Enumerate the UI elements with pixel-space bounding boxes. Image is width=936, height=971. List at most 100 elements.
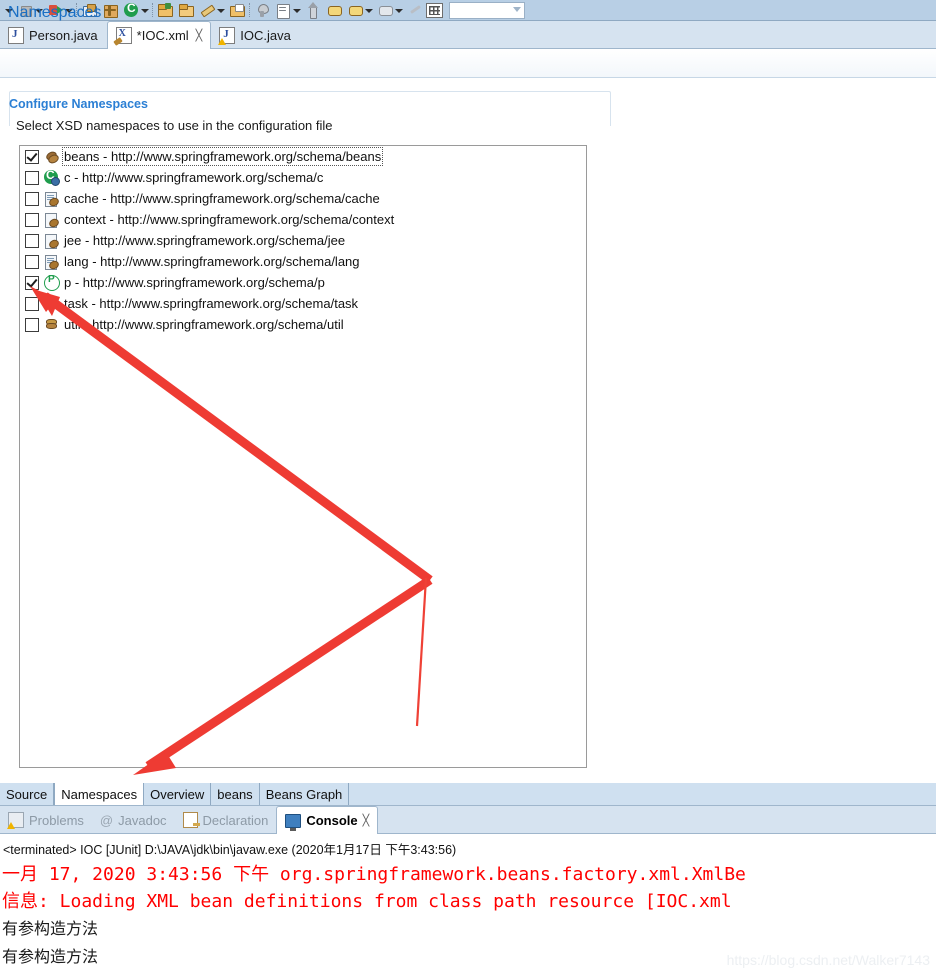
editor-tab-bar: Person.java *IOC.xml ╳ IOC.java: [0, 21, 936, 49]
form-tab-label: Beans Graph: [265, 786, 343, 802]
view-tab-label: Declaration: [202, 812, 269, 828]
pencil-dropdown-icon[interactable]: [216, 2, 225, 19]
form-tab-label: Overview: [150, 786, 205, 802]
console-line: 信息: Loading XML bean definitions from cl…: [2, 891, 732, 912]
task-icon[interactable]: [275, 2, 292, 19]
xml-file-icon: [115, 27, 132, 44]
section-title: Configure Namespaces: [9, 97, 148, 111]
form-tab-beans[interactable]: beans: [211, 783, 260, 805]
bean-icon: [44, 149, 61, 165]
form-tab-beans-graph[interactable]: Beans Graph: [259, 783, 350, 805]
p-namespace-icon: [44, 274, 60, 291]
main-toolbar: C: [0, 0, 936, 21]
editor-tab-ioc-java[interactable]: IOC.java: [211, 22, 300, 48]
problems-icon: [7, 812, 24, 829]
next-annotation-icon[interactable]: [305, 1, 322, 19]
list-item[interactable]: cache - http://www.springframework.org/s…: [20, 188, 586, 209]
namespaces-list[interactable]: beans - http://www.springframework.org/s…: [19, 145, 587, 768]
form-tab-overview[interactable]: Overview: [144, 783, 212, 805]
previous-annotation-icon[interactable]: [326, 2, 343, 19]
console-line: 一月 17, 2020 3:43:56 下午 org.springframewo…: [2, 864, 746, 885]
editor-tab-label: *IOC.xml: [136, 28, 189, 43]
namespace-label: util - http://www.springframework.org/sc…: [64, 317, 344, 332]
console-process-header: <terminated> IOC [JUnit] D:\JAVA\jdk\bin…: [3, 843, 457, 857]
bookmark-icon[interactable]: [347, 2, 364, 19]
coverage-icon[interactable]: C: [123, 1, 140, 19]
back-dropdown-icon[interactable]: [394, 2, 403, 19]
view-tab-label: Console: [306, 813, 358, 828]
form-tab-label: beans: [217, 786, 253, 802]
namespace-label: cache - http://www.springframework.org/s…: [64, 191, 380, 206]
context-icon: [44, 212, 61, 229]
coverage-dropdown-icon[interactable]: [140, 2, 149, 19]
perspective-combo[interactable]: [449, 1, 525, 19]
java-file-icon: [8, 26, 24, 44]
new-folder-icon[interactable]: [157, 2, 174, 19]
console-view[interactable]: <terminated> IOC [JUnit] D:\JAVA\jdk\bin…: [0, 834, 936, 971]
view-tab-label: Javadoc: [118, 812, 167, 828]
export-icon[interactable]: [229, 2, 246, 19]
namespace-checkbox-c[interactable]: [25, 170, 39, 185]
form-tab-source[interactable]: Source: [0, 783, 55, 805]
bookmark-dropdown-icon[interactable]: [364, 2, 373, 19]
util-icon: [44, 317, 59, 332]
list-item[interactable]: context - http://www.springframework.org…: [20, 209, 586, 230]
list-item[interactable]: jee - http://www.springframework.org/sch…: [20, 230, 586, 251]
view-tab-javadoc[interactable]: @ Javadoc: [92, 807, 175, 833]
task-dropdown-icon[interactable]: [292, 2, 301, 19]
namespace-checkbox-cache[interactable]: [25, 191, 39, 206]
chevron-down-icon: [513, 6, 521, 12]
list-item[interactable]: beans - http://www.springframework.org/s…: [20, 146, 586, 167]
editor-tab-ioc-xml[interactable]: *IOC.xml ╳: [106, 21, 212, 49]
c-namespace-icon: [44, 168, 60, 186]
view-tab-label: Problems: [29, 812, 84, 828]
list-item[interactable]: p - http://www.springframework.org/schem…: [20, 272, 586, 293]
view-tab-problems[interactable]: Problems: [0, 807, 92, 833]
namespace-checkbox-beans[interactable]: [25, 149, 39, 164]
list-item[interactable]: util - http://www.springframework.org/sc…: [20, 314, 586, 335]
task-icon: [44, 296, 59, 311]
close-icon[interactable]: ╳: [363, 814, 370, 827]
close-icon[interactable]: ╳: [196, 29, 203, 42]
pencil-icon[interactable]: [199, 2, 216, 19]
namespace-label: p - http://www.springframework.org/schem…: [64, 275, 325, 290]
search-icon[interactable]: [254, 2, 271, 19]
namespace-label: beans - http://www.springframework.org/s…: [61, 147, 384, 166]
list-item[interactable]: lang - http://www.springframework.org/sc…: [20, 251, 586, 272]
editor-tab-label: IOC.java: [240, 27, 291, 43]
form-tab-filler: [349, 783, 936, 805]
javadoc-icon: @: [99, 812, 114, 828]
namespace-checkbox-util[interactable]: [25, 317, 39, 332]
namespace-checkbox-p[interactable]: [25, 275, 39, 290]
namespace-label: c - http://www.springframework.org/schem…: [64, 170, 324, 185]
back-icon[interactable]: [377, 2, 394, 19]
editor-tab-label: Person.java: [29, 27, 98, 43]
form-tab-namespaces[interactable]: Namespaces: [54, 783, 145, 805]
namespace-label: context - http://www.springframework.org…: [64, 212, 395, 227]
perspective-icon[interactable]: [426, 2, 443, 18]
view-tab-console[interactable]: Console ╳: [276, 806, 379, 834]
cache-icon: [44, 191, 61, 208]
list-item[interactable]: task - http://www.springframework.org/sc…: [20, 293, 586, 314]
list-item[interactable]: c - http://www.springframework.org/schem…: [20, 167, 586, 188]
namespace-checkbox-lang[interactable]: [25, 254, 39, 269]
package-icon[interactable]: [102, 2, 119, 19]
view-tab-declaration[interactable]: Declaration: [175, 807, 277, 833]
form-header: [0, 49, 936, 78]
watermark: https://blog.csdn.net/Walker7143: [726, 952, 930, 968]
section-description: Select XSD namespaces to use in the conf…: [16, 118, 333, 133]
namespace-checkbox-jee[interactable]: [25, 233, 39, 248]
form-tab-label: Namespaces: [61, 786, 138, 802]
namespace-label: jee - http://www.springframework.org/sch…: [64, 233, 346, 248]
form-tab-label: Source: [6, 786, 48, 802]
console-line: 有参构造方法: [2, 919, 99, 938]
editor-tab-person-java[interactable]: Person.java: [0, 22, 107, 48]
page-title: Namespaces: [8, 4, 102, 21]
view-tab-bar: Problems @ Javadoc Declaration Console ╳: [0, 806, 936, 834]
open-folder-icon[interactable]: [178, 2, 195, 19]
link-icon[interactable]: [407, 2, 424, 19]
namespace-checkbox-context[interactable]: [25, 212, 39, 227]
namespace-checkbox-task[interactable]: [25, 296, 39, 311]
form-tab-bar: Source Namespaces Overview beans Beans G…: [0, 783, 936, 806]
lang-icon: [44, 254, 61, 271]
